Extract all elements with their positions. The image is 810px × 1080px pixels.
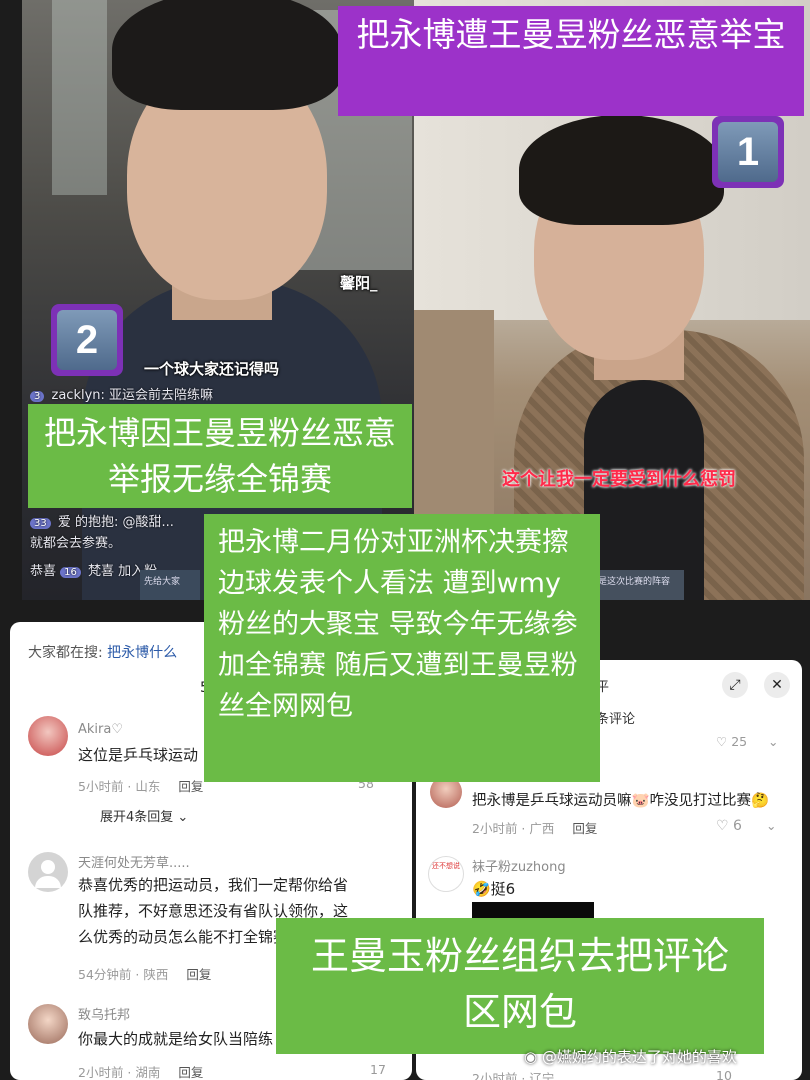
number-badge-2: 2 — [51, 304, 123, 376]
comment-text: 这位是乒乓球运动 — [78, 746, 199, 764]
search-term-link[interactable]: 把永博什么 — [107, 645, 177, 661]
avatar[interactable] — [28, 852, 68, 892]
bottom-banner: 王曼玉粉丝组织去把评论区网包 — [276, 918, 764, 1054]
reply-button[interactable]: 回复 — [178, 779, 203, 794]
minimize-icon[interactable]: ⤢ — [722, 672, 748, 698]
chat-line: 33 爱 的抱抱: @酸甜... — [30, 511, 174, 530]
dislike-icon[interactable]: ⌄ — [768, 734, 778, 749]
like-count[interactable]: 17 — [370, 1062, 386, 1077]
like-number: 25 — [731, 734, 748, 749]
chat-line: 就都会去参赛。 — [30, 536, 122, 551]
comment-meta: 54分钟前 · 陕西 回复 — [78, 964, 211, 983]
badge-number: 2 — [57, 310, 117, 370]
chevron-down-icon: ⌄ — [177, 810, 189, 825]
fan-level-badge: 3 — [30, 391, 45, 402]
comment-time: 54分钟前 · 陕西 — [78, 967, 169, 982]
like-count[interactable]: ♡ 25 — [716, 734, 747, 749]
comment-author[interactable]: 天涯何处无芳草..... — [78, 852, 190, 871]
right-video-subtitle: 这个让我一定要受到什么惩罚 — [502, 469, 736, 490]
chat-text: 亚运会前去陪练嘛 — [109, 388, 214, 403]
streamer-name: 馨阳_ — [340, 274, 378, 292]
weibo-icon: ◉ — [524, 1048, 538, 1066]
like-number: 6 — [733, 818, 742, 834]
inset-thumbnail: 先给大家 — [140, 570, 200, 600]
fan-level-badge: 33 — [30, 518, 51, 529]
top-banner: 把永博遭王曼昱粉丝恶意举宝 — [338, 6, 804, 116]
expand-label: 展开4条回复 — [100, 810, 174, 825]
dislike-icon[interactable]: ⌄ — [766, 818, 776, 833]
expand-replies-button[interactable]: 展开4条回复 ⌄ — [100, 806, 188, 825]
comment-time: 2小时前 · 广西 — [472, 821, 555, 836]
reply-button[interactable]: 回复 — [186, 967, 211, 982]
avatar[interactable] — [28, 1004, 68, 1044]
comment-author[interactable]: 致乌托邦 — [78, 1004, 130, 1023]
avatar[interactable]: 还不想说 — [428, 856, 464, 892]
number-badge-1: 1 — [712, 116, 784, 188]
default-user-icon — [35, 876, 61, 888]
reply-button[interactable]: 回复 — [178, 1065, 203, 1080]
comment-time: 2小时前 · 湖南 — [78, 1065, 161, 1080]
center-banner: 把永博二月份对亚洲杯决赛擦边球发表个人看法 遭到wmy粉丝的大聚宝 导致今年无缘… — [204, 514, 600, 782]
comment-meta: 5小时前 · 山东 回复 — [78, 776, 203, 795]
chat-text: 的抱抱: @酸甜... — [75, 515, 174, 530]
person-hair — [519, 115, 724, 225]
search-bar[interactable]: 大家都在搜: 把永博什么 — [28, 642, 177, 662]
chat-user: 恭喜 — [30, 564, 57, 579]
default-user-icon — [41, 860, 55, 874]
comment-meta: 2小时前 · 湖南 回复 — [78, 1062, 203, 1080]
close-icon[interactable]: ✕ — [764, 672, 790, 698]
chat-user: zacklyn: — [51, 388, 105, 403]
fan-level-badge: 16 — [60, 567, 81, 578]
comment-author[interactable]: Akira♡ — [78, 722, 123, 737]
comment-time: 2小时前 · 辽宁 — [472, 1071, 555, 1080]
comment-text: 你最大的成就是给女队当陪练 — [78, 1030, 274, 1048]
reply-button[interactable]: 回复 — [572, 821, 597, 836]
like-count[interactable]: ♡ 6 — [716, 818, 742, 834]
search-label: 大家都在搜: — [28, 645, 103, 661]
inset-thumbnail: 是这次比赛的阵容 — [594, 570, 684, 600]
comment-meta: 2小时前 · 广西 回复 — [472, 818, 597, 837]
person-hair — [112, 0, 342, 110]
chat-line: 恭喜 16 梵喜 加入粉 — [30, 560, 157, 579]
comment-text: 把永博是乒乓球运动员嘛🐷咋没见打过比赛🤔 — [472, 793, 770, 809]
comment-time: 5小时前 · 山东 — [78, 779, 161, 794]
comment-text: 🤣挺6 — [472, 880, 516, 898]
comment-author[interactable]: 袜子粉zuzhong — [472, 856, 566, 875]
left-video-subtitle: 一个球大家还记得吗 — [144, 360, 280, 378]
avatar[interactable] — [28, 716, 68, 756]
badge-number: 1 — [718, 122, 778, 182]
footer-watermark: ◉ @嬿婉约的表达了对她的喜欢 — [524, 1046, 737, 1067]
like-count[interactable]: 10 — [716, 1068, 732, 1080]
chat-user: 爱 — [57, 515, 71, 530]
comment-count: 条评论 — [596, 712, 636, 727]
watermark-text: @嬿婉约的表达了对她的喜欢 — [541, 1048, 737, 1066]
left-banner: 把永博因王曼昱粉丝恶意举报无缘全锦赛 — [28, 404, 412, 508]
background-window — [52, 0, 107, 195]
chat-line: 3 zacklyn: 亚运会前去陪练嘛 — [30, 384, 213, 403]
